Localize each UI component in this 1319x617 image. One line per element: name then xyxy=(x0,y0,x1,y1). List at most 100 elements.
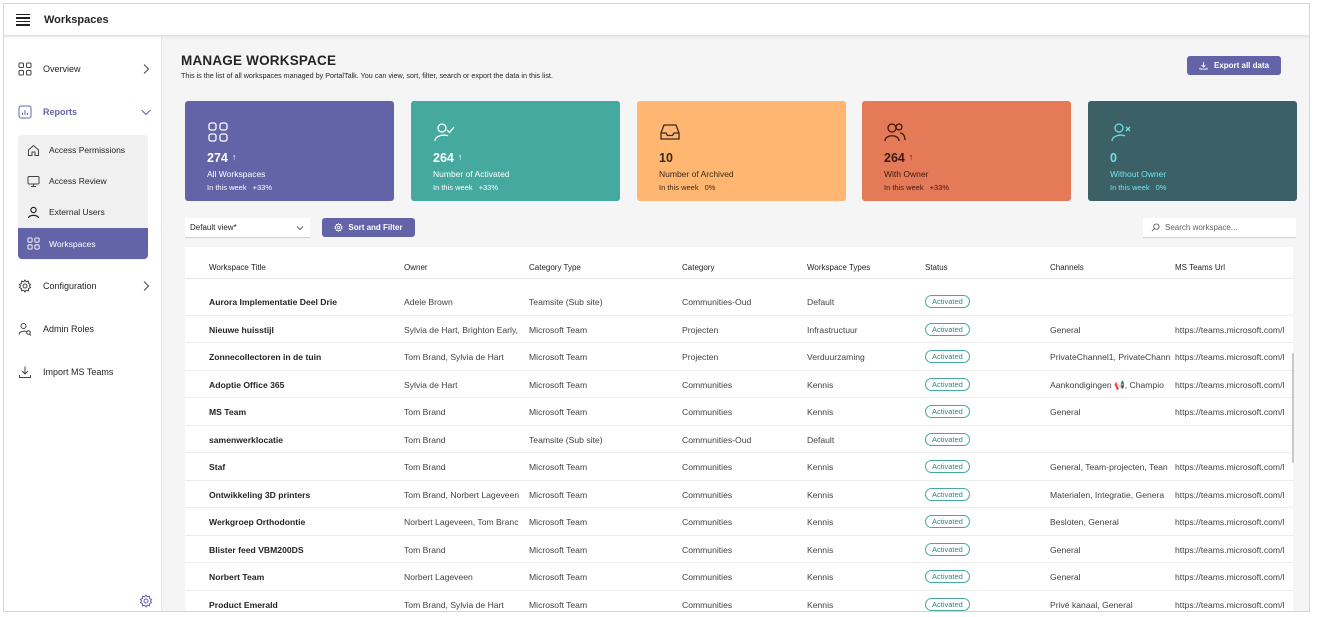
table-cell: MS Team xyxy=(209,407,247,417)
stat-week: In this week 0% xyxy=(1110,183,1167,192)
home-icon xyxy=(26,143,40,157)
table-cell: Product Emerald xyxy=(209,599,278,610)
search-input[interactable]: Search workspace... xyxy=(1143,218,1296,238)
table-cell: Communities xyxy=(682,572,733,582)
download-icon xyxy=(1199,61,1208,70)
table-row[interactable]: Werkgroep Orthodontie Norbert Lageveen, T… xyxy=(185,508,1293,536)
table-cell: Blister feed VBM200DS xyxy=(209,544,304,555)
table-cell: Adele Brown xyxy=(404,297,453,307)
chart-icon xyxy=(17,104,33,120)
table-cell: Tom Brand, Sylvia de Hart xyxy=(404,599,504,610)
table-cell: Tom Brand xyxy=(404,462,446,472)
table-cell: Kennis xyxy=(807,462,834,472)
table-cell: Besloten, General xyxy=(1050,517,1119,527)
column-header[interactable]: Category Type xyxy=(529,263,679,272)
sidebar-item-label: Reports xyxy=(43,107,78,117)
table-cell: General, Team-projecten, Tean xyxy=(1050,462,1168,472)
table-cell: Microsoft Team xyxy=(529,517,588,527)
table-cell: https://teams.microsoft.com/l xyxy=(1175,462,1285,472)
table-scrollbar[interactable] xyxy=(1292,283,1295,611)
column-header[interactable]: Owner xyxy=(404,263,523,272)
table-cell: Kennis xyxy=(807,407,834,417)
status-badge: Activated xyxy=(925,377,970,391)
stat-card-with-owner[interactable]: 264 ↑ With Owner In this week +33% xyxy=(862,101,1071,201)
sidebar-item-label: Workspaces xyxy=(49,238,96,249)
table-cell: https://teams.microsoft.com/l xyxy=(1175,572,1285,582)
stat-label: Without Owner xyxy=(1110,169,1167,179)
sidebar-item-label: Import MS Teams xyxy=(43,367,114,377)
table-cell: Communities xyxy=(682,489,733,500)
scrollbar-thumb[interactable] xyxy=(1292,353,1294,463)
sidebar-item-reports[interactable]: Reports xyxy=(4,97,162,127)
stat-value: 274 ↑ xyxy=(207,151,237,165)
sidebar-item-external-users[interactable]: External Users xyxy=(18,197,148,227)
sidebar-item-workspaces[interactable]: Workspaces xyxy=(18,228,148,259)
table-row[interactable]: Adoptie Office 365 Sylvia de Hart Microsof… xyxy=(185,371,1293,398)
table-cell: Communities xyxy=(682,544,733,555)
column-header[interactable]: Workspace Title xyxy=(209,263,399,272)
table-row[interactable]: Product Emerald Tom Brand, Sylvia de Hart… xyxy=(185,591,1293,612)
sidebar-item-label: Configuration xyxy=(43,281,97,291)
table-row[interactable]: MS Team Tom Brand Microsoft Team Communitie… xyxy=(185,398,1293,426)
stat-card-archived[interactable]: 10 Number of Archived In this week 0% xyxy=(637,101,846,201)
sidebar-item-label: Access Permissions xyxy=(49,145,126,155)
table-row[interactable]: Staf Tom Brand Microsoft Team Communities Ke… xyxy=(185,453,1293,481)
table-cell: Tom Brand, Sylvia de Hart xyxy=(404,352,504,362)
stat-value: 264 ↑ xyxy=(884,151,914,165)
stat-card-activated[interactable]: 264 ↑ Number of Activated In this week +33… xyxy=(411,101,620,201)
search-icon xyxy=(1151,223,1160,232)
stat-week: In this week +33% xyxy=(207,183,273,192)
table-cell: Microsoft Team xyxy=(529,352,588,362)
status-badge: Activated xyxy=(925,487,970,501)
sidebar-item-import-ms-teams[interactable]: Import MS Teams xyxy=(4,357,162,387)
table-cell: Tom Brand, Norbert Lageveen xyxy=(404,489,520,500)
hamburger-menu-icon[interactable] xyxy=(16,13,30,26)
chevron-right-icon xyxy=(143,64,150,74)
app-window: Workspaces Overview Reports Access Permi… xyxy=(3,3,1310,612)
table-row[interactable]: Zonnecollectoren in de tuin Tom Brand, Sy… xyxy=(185,343,1293,371)
column-header[interactable]: Channels xyxy=(1050,263,1173,272)
stat-label: With Owner xyxy=(884,169,929,179)
table-row[interactable]: Aurora Implementatie Deel Drie Adele Brow… xyxy=(185,288,1293,316)
export-all-data-button[interactable]: Export all data xyxy=(1187,56,1281,75)
table-cell: Materialen, Integratie, Genera xyxy=(1050,489,1165,500)
sidebar-item-access-review[interactable]: Access Review xyxy=(18,166,148,196)
status-badge: Activated xyxy=(925,460,970,473)
table-cell: Norbert Team xyxy=(209,572,265,582)
table-cell: Tom Brand xyxy=(404,407,446,417)
status-badge: Activated xyxy=(925,515,970,528)
table-header: Workspace Title Owner Category Type Cate… xyxy=(185,247,1293,279)
column-header[interactable]: MS Teams Url xyxy=(1175,263,1293,272)
table-cell: Microsoft Team xyxy=(529,407,588,417)
settings-gear-icon[interactable] xyxy=(139,594,153,608)
column-header[interactable]: Category xyxy=(682,263,802,272)
sidebar-item-configuration[interactable]: Configuration xyxy=(4,271,162,301)
sidebar-item-access-permissions[interactable]: Access Permissions xyxy=(18,135,148,165)
sidebar: Overview Reports Access Permissions Acce… xyxy=(4,37,162,611)
table-cell: Communities xyxy=(682,462,733,472)
stat-card-all-workspaces[interactable]: 274 ↑ All Workspaces In this week +33% xyxy=(185,101,394,201)
table-cell: Microsoft Team xyxy=(529,324,588,335)
table-cell: Aurora Implementatie Deel Drie xyxy=(209,297,337,307)
sort-and-filter-button[interactable]: Sort and Filter xyxy=(322,218,415,237)
stat-week: In this week +33% xyxy=(433,183,499,192)
table-row[interactable]: Ontwikkeling 3D printers Tom Brand, Norbe… xyxy=(185,481,1293,508)
stat-card-without-owner[interactable]: 0 Without Owner In this week 0% xyxy=(1088,101,1297,201)
table-cell: Projecten xyxy=(682,352,719,362)
table-row[interactable]: samenwerklocatie Tom Brand Teamsite (Sub s… xyxy=(185,426,1293,453)
column-header[interactable]: Workspace Types xyxy=(807,263,917,272)
table-cell: Kennis xyxy=(807,517,834,527)
grid-icon xyxy=(208,122,228,142)
person-check-icon xyxy=(434,123,455,142)
table-cell: Zonnecollectoren in de tuin xyxy=(209,352,322,362)
table-row[interactable]: Norbert Team Norbert Lageveen Microsoft Te… xyxy=(185,563,1293,591)
table-row[interactable]: Nieuwe huisstijl Sylvia de Hart, Brighton… xyxy=(185,316,1293,343)
table-cell: https://teams.microsoft.com/l xyxy=(1175,544,1285,555)
table-cell: Kennis xyxy=(807,572,834,582)
table-row[interactable]: Blister feed VBM200DS Tom Brand Microsoft … xyxy=(185,536,1293,563)
column-header[interactable]: Status xyxy=(925,263,948,272)
view-dropdown[interactable]: Default view* xyxy=(185,218,310,238)
sidebar-item-admin-roles[interactable]: Admin Roles xyxy=(4,314,162,344)
sidebar-item-overview[interactable]: Overview xyxy=(4,54,162,84)
app-title: Workspaces xyxy=(44,13,109,26)
